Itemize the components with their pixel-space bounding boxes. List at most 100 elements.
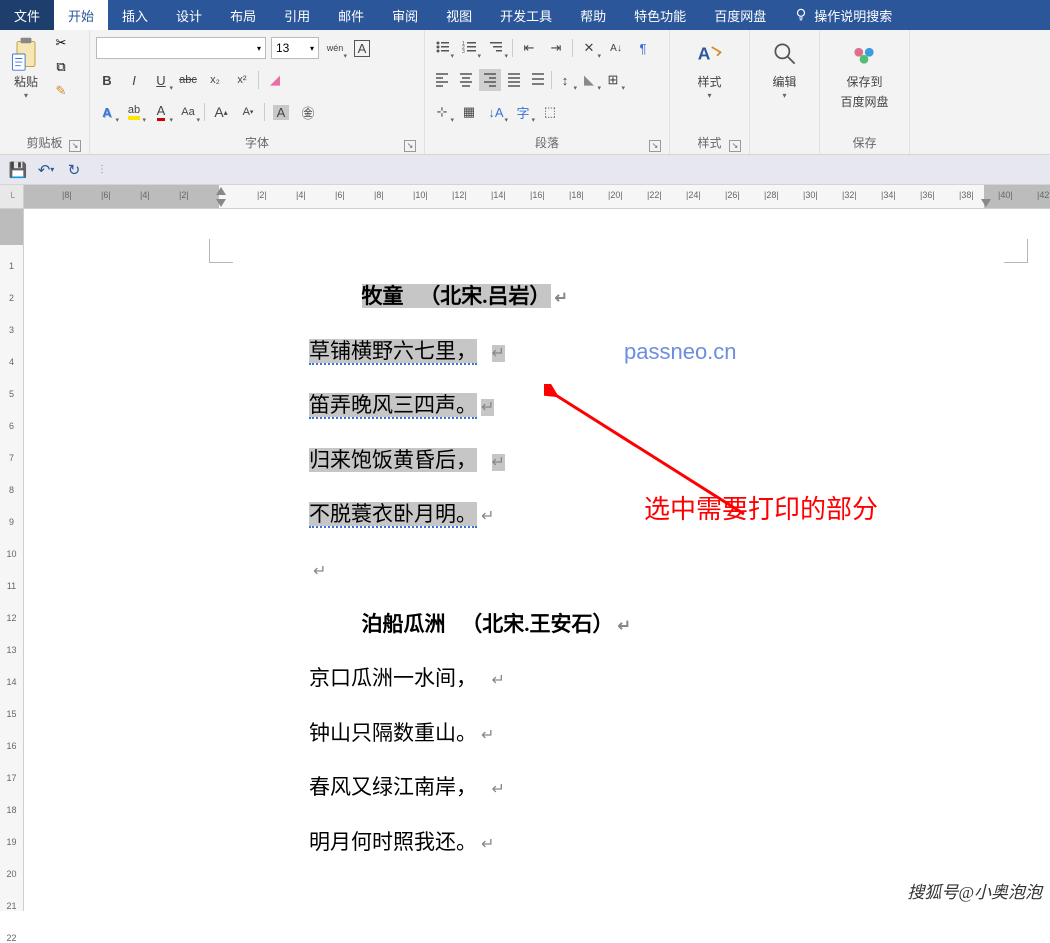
tab-design[interactable]: 设计 — [162, 0, 216, 30]
text-effects-button[interactable]: A — [96, 101, 118, 123]
menu-file[interactable]: 文件 — [0, 0, 54, 30]
show-marks-button[interactable]: ¶ — [632, 37, 654, 59]
tab-home[interactable]: 开始 — [54, 0, 108, 30]
styles-dialog-launcher[interactable]: ↘ — [729, 140, 741, 152]
align-left-button[interactable] — [431, 69, 453, 91]
styles-button[interactable]: A 样式 ▾ — [690, 34, 730, 104]
hruler-tick: |12| — [452, 190, 467, 200]
ribbon: 粘贴 ▾ ✂ ⧉ ✎ 剪贴板↘ ▾ 13▾ wén A B I U abc — [0, 30, 1050, 155]
numbering-button[interactable]: 123 — [458, 37, 480, 59]
tab-dev[interactable]: 开发工具 — [486, 0, 566, 30]
align-right-button[interactable] — [479, 69, 501, 91]
tab-insert[interactable]: 插入 — [108, 0, 162, 30]
italic-button[interactable]: I — [123, 69, 145, 91]
bold-button[interactable]: B — [96, 69, 118, 91]
tab-review[interactable]: 审阅 — [378, 0, 432, 30]
sort-button[interactable]: A↓ — [605, 37, 627, 59]
tab-help[interactable]: 帮助 — [566, 0, 620, 30]
pilcrow-icon: ¶ — [640, 41, 647, 56]
tab-references[interactable]: 引用 — [270, 0, 324, 30]
vruler-tick: 17 — [0, 773, 23, 783]
document-area[interactable]: 牧童 （北宋.吕岩）↵ 草铺横野六七里， ↵ 笛弄晚风三四声。↵ 归来饱饭黄昏后… — [24, 209, 1050, 911]
cut-button[interactable]: ✂ — [52, 34, 70, 52]
redo-button[interactable]: ↻ — [64, 160, 84, 180]
hruler-tick: |36| — [920, 190, 935, 200]
select-pane-button[interactable]: ⬚ — [539, 101, 561, 123]
qat-more-button[interactable]: ⋮ — [92, 160, 112, 180]
group-font: ▾ 13▾ wén A B I U abc x₂ x² ◢ A ab A Aa — [90, 30, 425, 154]
font-color-button[interactable]: A — [150, 101, 172, 123]
chevron-down-icon: ▾ — [707, 91, 711, 100]
hruler-tick: |4| — [140, 190, 150, 200]
tab-special[interactable]: 特色功能 — [620, 0, 700, 30]
superscript-button[interactable]: x² — [231, 69, 253, 91]
multilevel-button[interactable] — [485, 37, 507, 59]
hruler-tick: |4| — [296, 190, 306, 200]
justify-button[interactable] — [503, 69, 525, 91]
clear-format-button[interactable]: ◢ — [264, 69, 286, 91]
format-painter-button[interactable]: ✎ — [52, 82, 70, 100]
pinyin-button[interactable]: wén — [324, 37, 346, 59]
char-border-button[interactable]: A — [351, 37, 373, 59]
horizontal-ruler[interactable]: |8||6||4||2||2||4||6||8||10||12||14||16|… — [24, 185, 1050, 209]
shading-button[interactable]: ◣ — [578, 69, 600, 91]
font-dialog-launcher[interactable]: ↘ — [404, 140, 416, 152]
hruler-tick: |6| — [101, 190, 111, 200]
tab-baidu[interactable]: 百度网盘 — [700, 0, 780, 30]
font-name-combo[interactable]: ▾ — [96, 37, 266, 59]
change-case-button[interactable]: Aa — [177, 101, 199, 123]
enclosed-char-button[interactable]: ㊎ — [297, 101, 319, 123]
align-right-icon — [482, 71, 498, 90]
editing-button[interactable]: 编辑 ▾ — [765, 34, 805, 104]
clipboard-dialog-launcher[interactable]: ↘ — [69, 140, 81, 152]
textdir-button[interactable]: ✕ — [578, 37, 600, 59]
chevron-down-icon: ▾ — [257, 44, 261, 53]
char-shading-button[interactable]: A — [270, 101, 292, 123]
pinyin-icon: wén — [327, 43, 344, 53]
line-spacing-button[interactable]: ↕ — [554, 69, 576, 91]
distribute-button[interactable] — [527, 69, 549, 91]
textdir2-button[interactable]: 字 — [512, 101, 534, 123]
hruler-tick: |42| — [1037, 190, 1050, 200]
hruler-tick: |8| — [62, 190, 72, 200]
subscript-button[interactable]: x₂ — [204, 69, 226, 91]
vruler-tick: 4 — [0, 357, 23, 367]
copy-button[interactable]: ⧉ — [52, 58, 70, 76]
hruler-tick: |32| — [842, 190, 857, 200]
baidu-label2: 百度网盘 — [840, 93, 888, 110]
margin-corner-tl — [209, 239, 233, 263]
vruler-tick: 3 — [0, 325, 23, 335]
paste-button[interactable]: 粘贴 ▾ — [6, 34, 46, 104]
tell-me-search[interactable]: 操作说明搜索 — [780, 0, 906, 30]
align-center-icon — [458, 71, 474, 90]
grow-font-button[interactable]: A▴ — [210, 101, 232, 123]
tab-selector[interactable]: └ — [0, 185, 23, 209]
sort2-button[interactable]: ↓A — [485, 101, 507, 123]
para-dialog-launcher[interactable]: ↘ — [649, 140, 661, 152]
bullets-button[interactable] — [431, 37, 453, 59]
tab-view[interactable]: 视图 — [432, 0, 486, 30]
borders-button[interactable]: ⊞ — [602, 69, 624, 91]
line-spacing-icon: ↕ — [562, 73, 569, 88]
highlight-button[interactable]: ab — [123, 101, 145, 123]
baidu-label1: 保存到 — [846, 73, 882, 90]
vruler-tick: 1 — [0, 261, 23, 271]
save-baidu-button[interactable]: 保存到 百度网盘 — [836, 34, 892, 114]
underline-button[interactable]: U — [150, 69, 172, 91]
undo-button[interactable]: ↶▾ — [36, 160, 56, 180]
tab-mailings[interactable]: 邮件 — [324, 0, 378, 30]
hruler-tick: |20| — [608, 190, 623, 200]
shrink-font-button[interactable]: A▾ — [237, 101, 259, 123]
ruler-grid-button[interactable]: ▦ — [458, 101, 480, 123]
strike-button[interactable]: abc — [177, 69, 199, 91]
snap-button[interactable]: ⊹ — [431, 101, 453, 123]
document-content[interactable]: 牧童 （北宋.吕岩）↵ 草铺横野六七里， ↵ 笛弄晚风三四声。↵ 归来饱饭黄昏后… — [309, 269, 631, 870]
save-button[interactable]: 💾 — [8, 160, 28, 180]
tab-layout[interactable]: 布局 — [216, 0, 270, 30]
font-size-combo[interactable]: 13▾ — [271, 37, 319, 59]
decrease-indent-button[interactable]: ⇤ — [518, 37, 540, 59]
increase-indent-button[interactable]: ⇥ — [545, 37, 567, 59]
group-editing: 编辑 ▾ — [750, 30, 820, 154]
align-center-button[interactable] — [455, 69, 477, 91]
group-styles: A 样式 ▾ 样式↘ — [670, 30, 750, 154]
